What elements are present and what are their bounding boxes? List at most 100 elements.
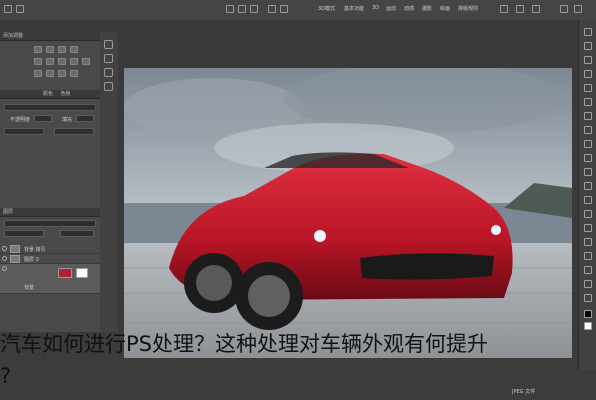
gradient-map-icon[interactable] — [70, 70, 78, 77]
curves-icon[interactable] — [58, 46, 66, 53]
layers-tab-bar[interactable]: 图层 — [0, 208, 100, 217]
photo-filter-icon[interactable] — [82, 58, 90, 65]
history-brush-icon[interactable] — [584, 154, 592, 162]
caption-line-1: 汽车如何进行PS处理？这种处理对车辆外观有何提升 — [0, 332, 488, 356]
align-left-icon[interactable] — [226, 5, 234, 13]
layer-name: 背景 — [24, 285, 35, 291]
blend-field[interactable] — [4, 128, 44, 135]
adjust-title: 添加调整 — [3, 33, 24, 39]
hand-icon[interactable] — [584, 280, 592, 288]
blend-mode-select[interactable] — [4, 230, 44, 237]
gradient-icon[interactable] — [584, 182, 592, 190]
eyedropper-icon[interactable] — [584, 98, 592, 106]
layers-tab[interactable]: 图层 — [3, 209, 13, 215]
layer-row[interactable]: 图层 0 — [0, 254, 100, 264]
workspace-dynamic[interactable]: 动感 — [404, 5, 414, 12]
close-icon[interactable] — [574, 5, 582, 13]
adjustment-icons-row-1 — [34, 46, 78, 53]
move-tool-icon[interactable] — [16, 5, 24, 13]
layer-mask-thumbnail — [76, 268, 88, 278]
eraser-icon[interactable] — [584, 168, 592, 176]
type-icon[interactable] — [584, 238, 592, 246]
caption: 汽车如何进行PS处理？这种处理对车辆外观有何提升 ? — [0, 328, 596, 400]
color-balance-icon[interactable] — [58, 58, 66, 65]
brightness-icon[interactable] — [34, 46, 42, 53]
layer-filter-field[interactable] — [4, 220, 96, 227]
car-photo-svg — [124, 68, 572, 358]
quick-select-icon[interactable] — [584, 70, 592, 78]
foreground-color-swatch[interactable] — [584, 310, 592, 318]
visibility-eye-icon[interactable] — [2, 246, 7, 251]
caption-line-2: ? — [0, 364, 12, 388]
minimize-icon[interactable] — [560, 5, 568, 13]
move-icon[interactable] — [584, 28, 592, 36]
visibility-eye-icon[interactable] — [2, 266, 7, 271]
bw-icon[interactable] — [70, 58, 78, 65]
panel-icon-strip — [100, 32, 119, 332]
healing-icon[interactable] — [584, 112, 592, 120]
dodge-icon[interactable] — [584, 210, 592, 218]
fill-input[interactable] — [76, 115, 94, 122]
blend-field-2[interactable] — [54, 128, 94, 135]
workspace-typography[interactable]: 排版规则 — [458, 5, 478, 12]
opacity-label: 不透明度 — [10, 117, 31, 123]
align-right-icon[interactable] — [250, 5, 258, 13]
crop-icon[interactable] — [584, 84, 592, 92]
blur-icon[interactable] — [584, 196, 592, 204]
layer-row[interactable]: 背景 拷贝 — [0, 244, 100, 254]
options-bar: 3D模式 基本功能 3D 运动 动感 摄影 绘画 排版规则 — [0, 0, 596, 21]
path-select-icon[interactable] — [584, 252, 592, 260]
history-icon[interactable] — [104, 40, 113, 49]
hue-icon[interactable] — [46, 58, 54, 65]
align-center-icon[interactable] — [238, 5, 246, 13]
car-photo — [124, 68, 572, 358]
mode-3d-label[interactable]: 3D模式 — [318, 5, 335, 12]
marquee-icon[interactable] — [584, 42, 592, 50]
vibrance-icon[interactable] — [34, 58, 42, 65]
adjustments-tab-bar[interactable]: 添加调整 — [0, 32, 100, 41]
lasso-icon[interactable] — [584, 56, 592, 64]
distribute-icon[interactable] — [268, 5, 276, 13]
distribute-2-icon[interactable] — [280, 5, 288, 13]
home-icon[interactable] — [4, 5, 12, 13]
properties-tab-bar[interactable]: 颜色 色板 — [0, 90, 100, 99]
posterize-icon[interactable] — [46, 70, 54, 77]
layer-thumbnail — [58, 268, 72, 278]
layer-opacity-select[interactable] — [60, 230, 94, 237]
left-panel: 添加调整 颜色 色板 不透明度 填充 图层 背景 拷贝 图层 0 背景 — [0, 32, 101, 332]
paragraph-icon[interactable] — [104, 82, 113, 91]
layer-name: 图层 0 — [24, 257, 39, 263]
search-icon[interactable] — [500, 5, 508, 13]
brush-icon[interactable] — [584, 126, 592, 134]
workspace-icon[interactable] — [516, 5, 524, 13]
workspace-paint[interactable]: 绘画 — [440, 5, 450, 12]
layer-name: 背景 拷贝 — [24, 247, 46, 253]
character-icon[interactable] — [104, 68, 113, 77]
layer-row-selected[interactable]: 背景 — [0, 264, 100, 294]
adjustment-icons-row-2 — [34, 58, 90, 65]
invert-icon[interactable] — [34, 70, 42, 77]
workspace-essentials[interactable]: 基本功能 — [344, 5, 364, 12]
pen-icon[interactable] — [584, 224, 592, 232]
layer-thumbnail — [10, 255, 20, 263]
properties-tab-0[interactable]: 颜色 — [43, 91, 53, 97]
layer-thumbnail — [10, 245, 20, 253]
exposure-icon[interactable] — [70, 46, 78, 53]
status-label: JPEG 文件 — [512, 389, 536, 395]
shape-icon[interactable] — [584, 266, 592, 274]
color-field[interactable] — [4, 104, 96, 111]
opacity-input[interactable] — [34, 115, 52, 122]
workspace-motion[interactable]: 运动 — [386, 5, 396, 12]
workspace-photo[interactable]: 摄影 — [422, 5, 432, 12]
share-icon[interactable] — [532, 5, 540, 13]
tools-panel — [578, 20, 596, 370]
levels-icon[interactable] — [46, 46, 54, 53]
visibility-eye-icon[interactable] — [2, 256, 7, 261]
properties-tab-1[interactable]: 色板 — [61, 91, 71, 97]
brush-settings-icon[interactable] — [104, 54, 113, 63]
stamp-icon[interactable] — [584, 140, 592, 148]
threshold-icon[interactable] — [58, 70, 66, 77]
zoom-icon[interactable] — [584, 294, 592, 302]
fill-label: 填充 — [62, 117, 73, 123]
workspace-3d[interactable]: 3D — [372, 5, 379, 11]
